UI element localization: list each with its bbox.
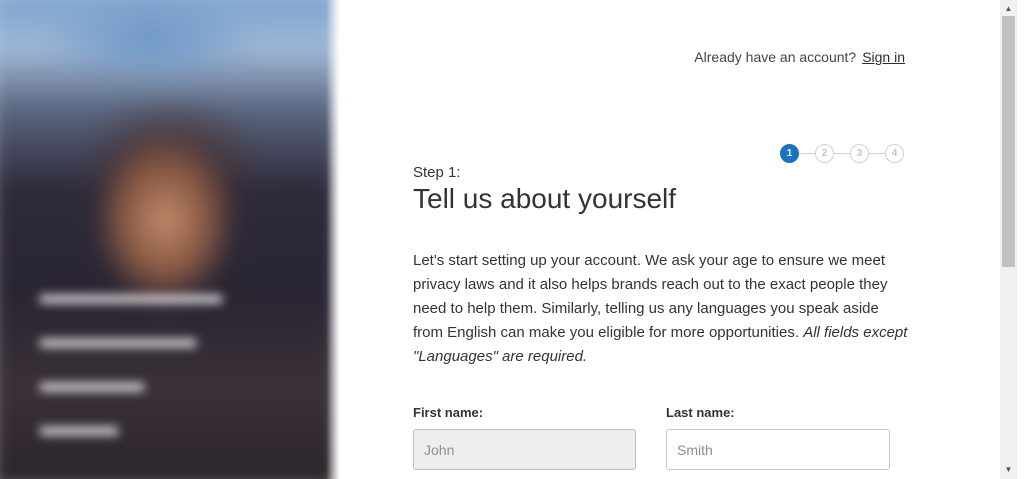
hero-blurred-text: ▬▬▬▬▬▬▬ ▬▬▬▬▬▬ ▬▬▬▬ ▬▬▬ bbox=[40, 279, 222, 441]
signin-prompt: Already have an account? Sign in bbox=[694, 49, 905, 65]
signin-prompt-text: Already have an account? bbox=[694, 49, 857, 65]
step-label: Step 1: bbox=[413, 164, 461, 181]
step-2-indicator: 2 bbox=[815, 144, 834, 163]
hero-image: ▬▬▬▬▬▬▬ ▬▬▬▬▬▬ ▬▬▬▬ ▬▬▬ bbox=[0, 0, 340, 479]
signup-page: ▬▬▬▬▬▬▬ ▬▬▬▬▬▬ ▬▬▬▬ ▬▬▬ Already have an … bbox=[0, 0, 1034, 479]
vertical-scrollbar[interactable]: ▲ ▼ bbox=[1000, 0, 1017, 479]
step-1-indicator: 1 bbox=[780, 144, 799, 163]
step-4-indicator: 4 bbox=[885, 144, 904, 163]
page-title: Tell us about yourself bbox=[413, 183, 677, 214]
progress-stepper: 1 2 3 4 bbox=[780, 144, 906, 164]
arrow-down-icon[interactable]: ▼ bbox=[1000, 463, 1017, 477]
arrow-up-icon[interactable]: ▲ bbox=[1000, 2, 1017, 16]
first-name-input[interactable] bbox=[413, 429, 636, 470]
last-name-input[interactable] bbox=[666, 429, 890, 470]
hero-fade bbox=[326, 0, 340, 479]
step-3-indicator: 3 bbox=[850, 144, 869, 163]
sign-in-link[interactable]: Sign in bbox=[862, 49, 905, 65]
stepper-line bbox=[790, 153, 896, 154]
intro-paragraph: Let's start setting up your account. We … bbox=[413, 249, 908, 369]
first-name-label: First name: bbox=[413, 405, 484, 420]
scrollbar-thumb[interactable] bbox=[1002, 16, 1015, 267]
last-name-label: Last name: bbox=[666, 405, 735, 420]
